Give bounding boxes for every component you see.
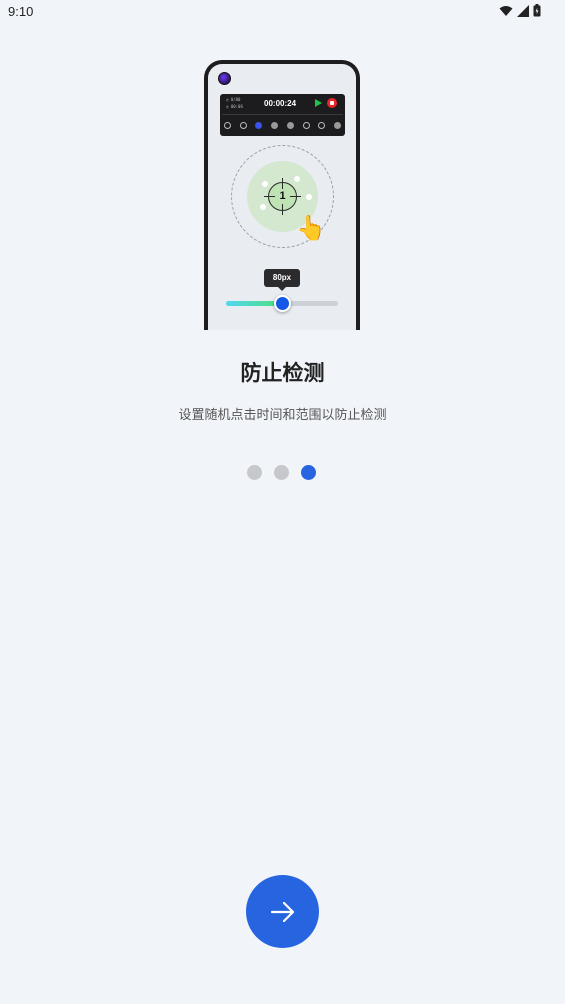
- onboarding-title: 防止检测: [240, 361, 325, 385]
- range-slider-track: [226, 295, 338, 312]
- play-icon: [315, 99, 322, 107]
- page-dot: [247, 465, 262, 480]
- page-indicator: [247, 465, 316, 480]
- wifi-icon: [499, 5, 513, 16]
- panel-divider: [222, 114, 343, 115]
- next-button[interactable]: [246, 875, 319, 948]
- panel-toolbar: [224, 119, 341, 131]
- page-dot-active: [301, 465, 316, 480]
- click-point-number: 1: [275, 189, 290, 204]
- status-bar: 9:10: [0, 0, 565, 24]
- settings-icon: [333, 121, 341, 129]
- phone-illustration: ◷ 0/00 ◷ 00:06 00:00:24 1 👆 80px: [204, 60, 360, 330]
- random-tap-point: [262, 181, 268, 187]
- power-icon: [224, 121, 231, 129]
- save-icon: [318, 121, 326, 129]
- status-icons: [499, 4, 541, 17]
- control-panel: ◷ 0/00 ◷ 00:06 00:00:24: [220, 94, 345, 136]
- random-tap-point: [260, 204, 266, 210]
- panel-stat-count: ◷ 0/00: [226, 97, 241, 102]
- click-point-target: 1: [264, 178, 301, 215]
- app-logo-icon: [218, 72, 231, 85]
- swipe-icon: [302, 121, 310, 129]
- slider-tooltip: 80px: [264, 269, 300, 291]
- panel-timer: 00:00:24: [264, 99, 297, 108]
- pointing-hand-icon: 👆: [296, 214, 326, 242]
- minus-circle-icon: [271, 121, 279, 129]
- panel-stat-duration: ◷ 00:06: [226, 104, 243, 109]
- arrow-right-icon: [270, 901, 294, 922]
- stop-icon: [327, 98, 337, 108]
- minus-circle-icon: [286, 121, 294, 129]
- eye-icon: [239, 121, 247, 129]
- random-tap-point: [306, 194, 312, 200]
- random-tap-point: [294, 176, 300, 182]
- page-dot: [274, 465, 289, 480]
- battery-icon: [533, 4, 541, 17]
- signal-icon: [517, 4, 529, 17]
- status-time: 9:10: [8, 4, 34, 19]
- range-slider-knob: [274, 295, 291, 312]
- target-icon: [255, 121, 263, 129]
- onboarding-description: 设置随机点击时间和范围以防止检测: [178, 408, 387, 423]
